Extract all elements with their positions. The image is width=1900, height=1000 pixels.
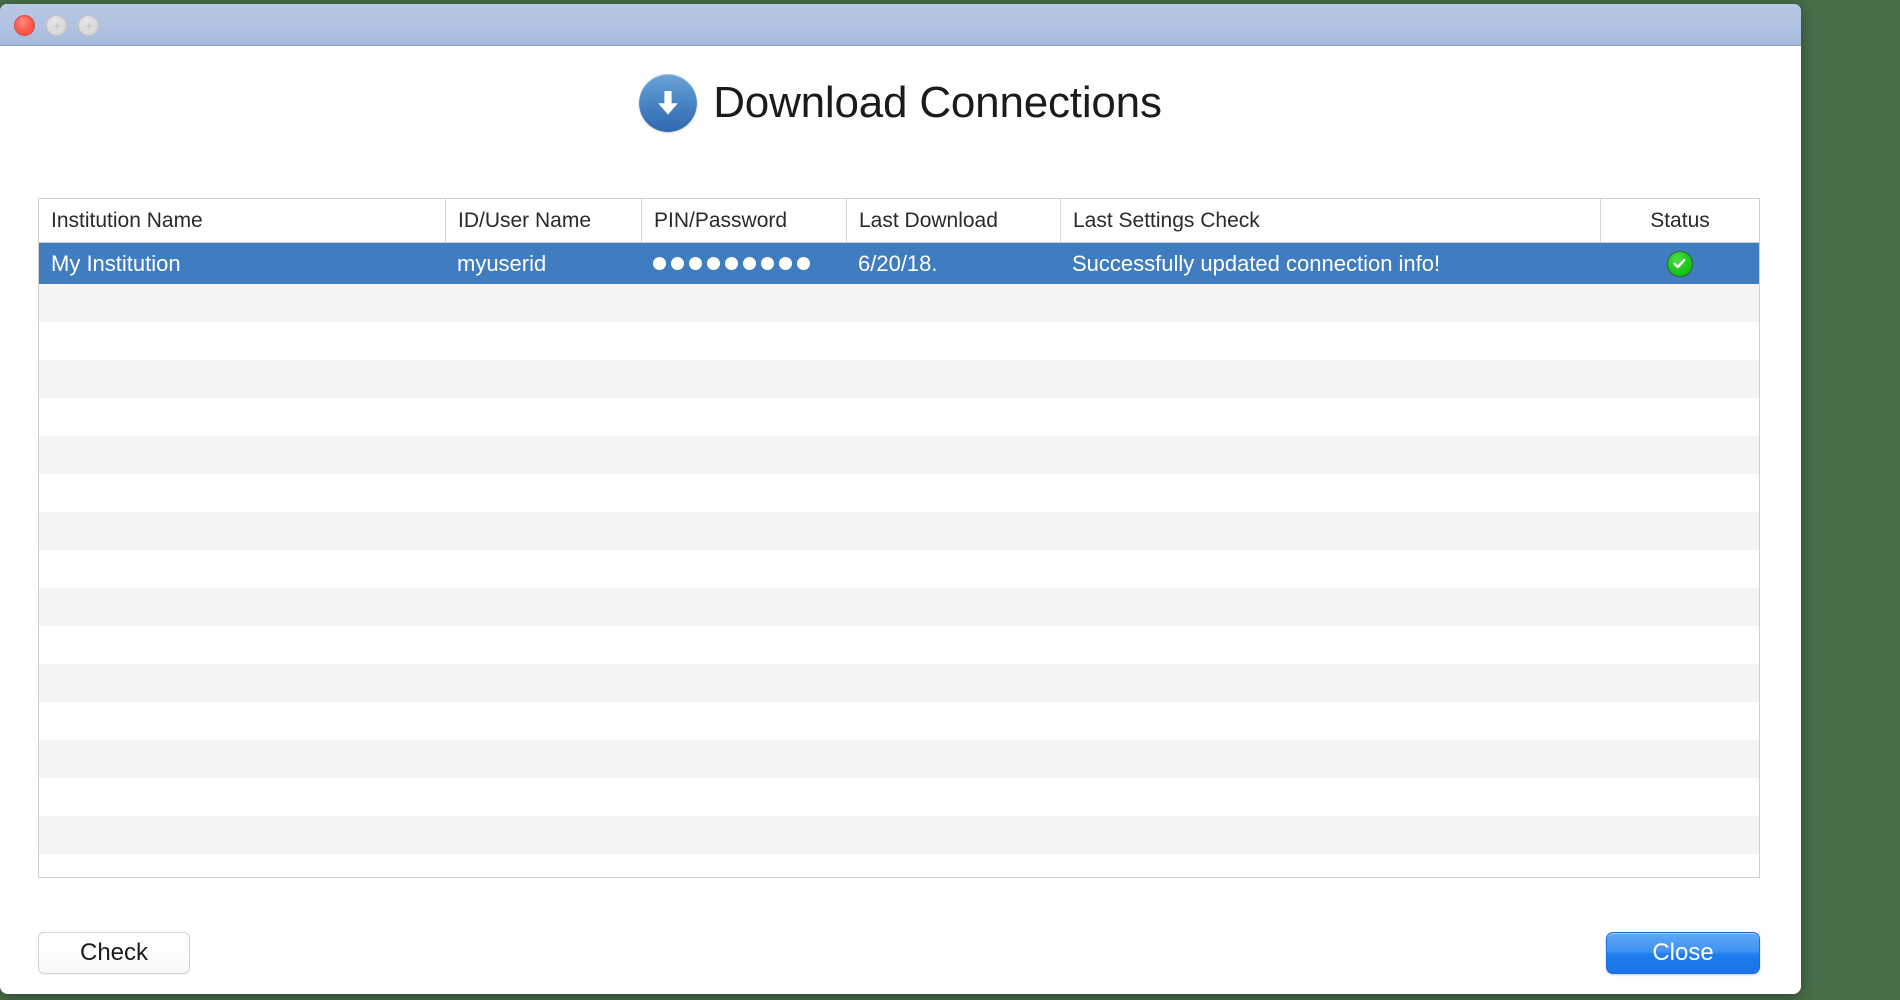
table-row-empty[interactable] <box>39 702 1759 740</box>
column-header-institution-name[interactable]: Institution Name <box>39 199 445 242</box>
table-row-empty[interactable] <box>39 550 1759 588</box>
table-row-empty[interactable] <box>39 474 1759 512</box>
table-row-empty[interactable] <box>39 626 1759 664</box>
password-dot <box>779 257 792 270</box>
table-row-empty[interactable] <box>39 588 1759 626</box>
cell-last-settings-check: Successfully updated connection info! <box>1060 251 1600 277</box>
column-header-pin-password[interactable]: PIN/Password <box>641 199 846 242</box>
download-connections-window: Download Connections Institution Name ID… <box>0 4 1801 994</box>
table-row-empty[interactable] <box>39 740 1759 778</box>
zoom-window-button[interactable] <box>78 15 99 36</box>
empty-rows-container <box>39 284 1759 878</box>
password-dots <box>653 257 810 270</box>
close-window-button[interactable] <box>14 15 35 36</box>
page-header: Download Connections <box>0 46 1801 154</box>
password-dot <box>797 257 810 270</box>
window-content: Download Connections Institution Name ID… <box>0 46 1801 994</box>
table-body: My Institution myuserid 6/20/18. Success… <box>39 243 1759 878</box>
check-button[interactable]: Check <box>38 932 190 974</box>
table-row-empty[interactable] <box>39 854 1759 878</box>
table-row-empty[interactable] <box>39 436 1759 474</box>
table-row-empty[interactable] <box>39 512 1759 550</box>
green-check-icon <box>1667 251 1693 277</box>
table-row-empty[interactable] <box>39 398 1759 436</box>
dialog-footer: Check Close <box>0 908 1801 988</box>
column-header-last-download[interactable]: Last Download <box>846 199 1060 242</box>
cell-institution-name: My Institution <box>39 251 445 277</box>
cell-status <box>1600 251 1759 277</box>
cell-pin-password <box>641 257 846 270</box>
table-row-empty[interactable] <box>39 360 1759 398</box>
cell-last-download: 6/20/18. <box>846 251 1060 277</box>
password-dot <box>743 257 756 270</box>
table-row-empty[interactable] <box>39 284 1759 322</box>
table-header-row: Institution Name ID/User Name PIN/Passwo… <box>39 199 1759 243</box>
password-dot <box>653 257 666 270</box>
download-circle-icon <box>639 74 697 132</box>
connections-table: Institution Name ID/User Name PIN/Passwo… <box>38 198 1760 878</box>
cell-id-user-name: myuserid <box>445 251 641 277</box>
minimize-window-button[interactable] <box>46 15 67 36</box>
password-dot <box>725 257 738 270</box>
close-button[interactable]: Close <box>1606 932 1760 974</box>
password-dot <box>671 257 684 270</box>
table-row-empty[interactable] <box>39 816 1759 854</box>
column-header-id-user-name[interactable]: ID/User Name <box>445 199 641 242</box>
table-row-empty[interactable] <box>39 778 1759 816</box>
password-dot <box>707 257 720 270</box>
column-header-status[interactable]: Status <box>1600 199 1759 242</box>
column-header-last-settings-check[interactable]: Last Settings Check <box>1060 199 1600 242</box>
table-row-empty[interactable] <box>39 322 1759 360</box>
page-title: Download Connections <box>713 81 1162 125</box>
window-titlebar[interactable] <box>0 4 1801 46</box>
password-dot <box>689 257 702 270</box>
password-dot <box>761 257 774 270</box>
table-row-empty[interactable] <box>39 664 1759 702</box>
table-row[interactable]: My Institution myuserid 6/20/18. Success… <box>39 243 1759 284</box>
traffic-light-group <box>14 15 99 36</box>
